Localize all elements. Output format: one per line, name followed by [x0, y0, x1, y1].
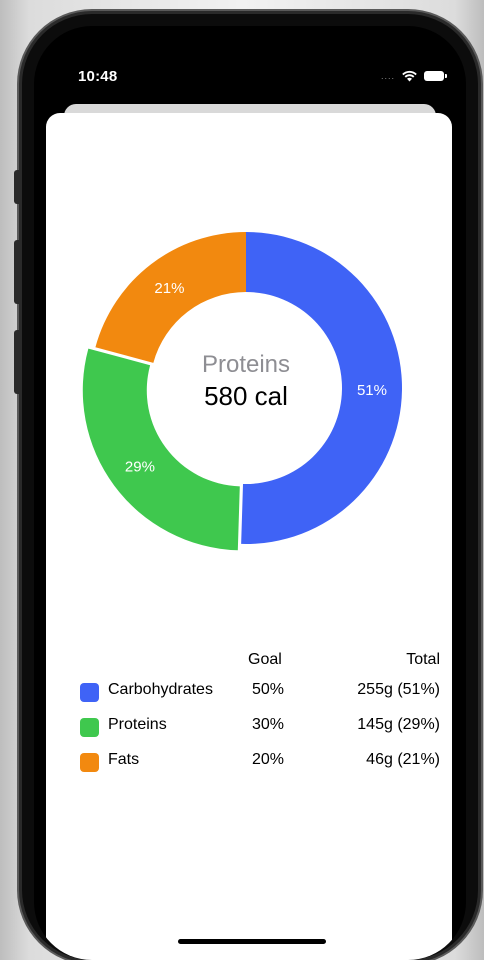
legend-name: Fats — [108, 751, 140, 768]
status-time: 10:48 — [78, 68, 118, 85]
slice-label-fats: 21% — [154, 280, 184, 297]
volume-up-button — [14, 240, 20, 304]
device-frame-background: 10:48 .... 51%29%21% Proteins 580 cal — [0, 0, 484, 960]
legend-total: 255g (51%) — [357, 681, 440, 698]
carbohydrates-swatch — [80, 683, 99, 702]
legend-name: Proteins — [108, 716, 167, 733]
total-column-header: Total — [406, 651, 440, 668]
wifi-icon — [402, 70, 417, 82]
home-indicator[interactable] — [178, 939, 326, 944]
macro-legend-table: Goal Total Carbohydrates 50% 255g (51%) … — [74, 651, 440, 786]
battery-icon — [424, 71, 447, 81]
legend-name: Carbohydrates — [108, 681, 213, 698]
legend-total: 145g (29%) — [357, 716, 440, 733]
proteins-swatch — [80, 718, 99, 737]
fats-swatch — [80, 753, 99, 772]
slice-label-proteins: 29% — [125, 459, 155, 476]
mute-switch — [14, 170, 20, 204]
status-icons: .... — [380, 70, 447, 82]
status-bar: 10:48 .... — [34, 26, 466, 96]
legend-total: 46g (21%) — [366, 751, 440, 768]
signal-icon: .... — [380, 71, 395, 81]
donut-slice-fats[interactable] — [95, 232, 246, 363]
legend-row-fats: Fats 20% 46g (21%) — [74, 751, 440, 786]
macro-donut-chart: 51% 29% 21% Proteins 580 cal — [81, 223, 411, 553]
legend-header-row: Goal Total — [74, 651, 440, 681]
legend-row-carbohydrates: Carbohydrates 50% 255g (51%) — [74, 681, 440, 716]
screen: 10:48 .... 51%29%21% Proteins 580 cal — [34, 26, 466, 960]
donut-center-value: 580 cal — [204, 381, 288, 411]
macro-sheet: 51% 29% 21% Proteins 580 cal Goal Total Ca… — [46, 113, 452, 960]
volume-down-button — [14, 330, 20, 394]
phone-body: 10:48 .... 51%29%21% Proteins 580 cal — [14, 14, 478, 960]
goal-column-header: Goal — [248, 651, 282, 668]
donut-center-label: Proteins — [201, 351, 291, 378]
legend-row-proteins: Proteins 30% 145g (29%) — [74, 716, 440, 751]
